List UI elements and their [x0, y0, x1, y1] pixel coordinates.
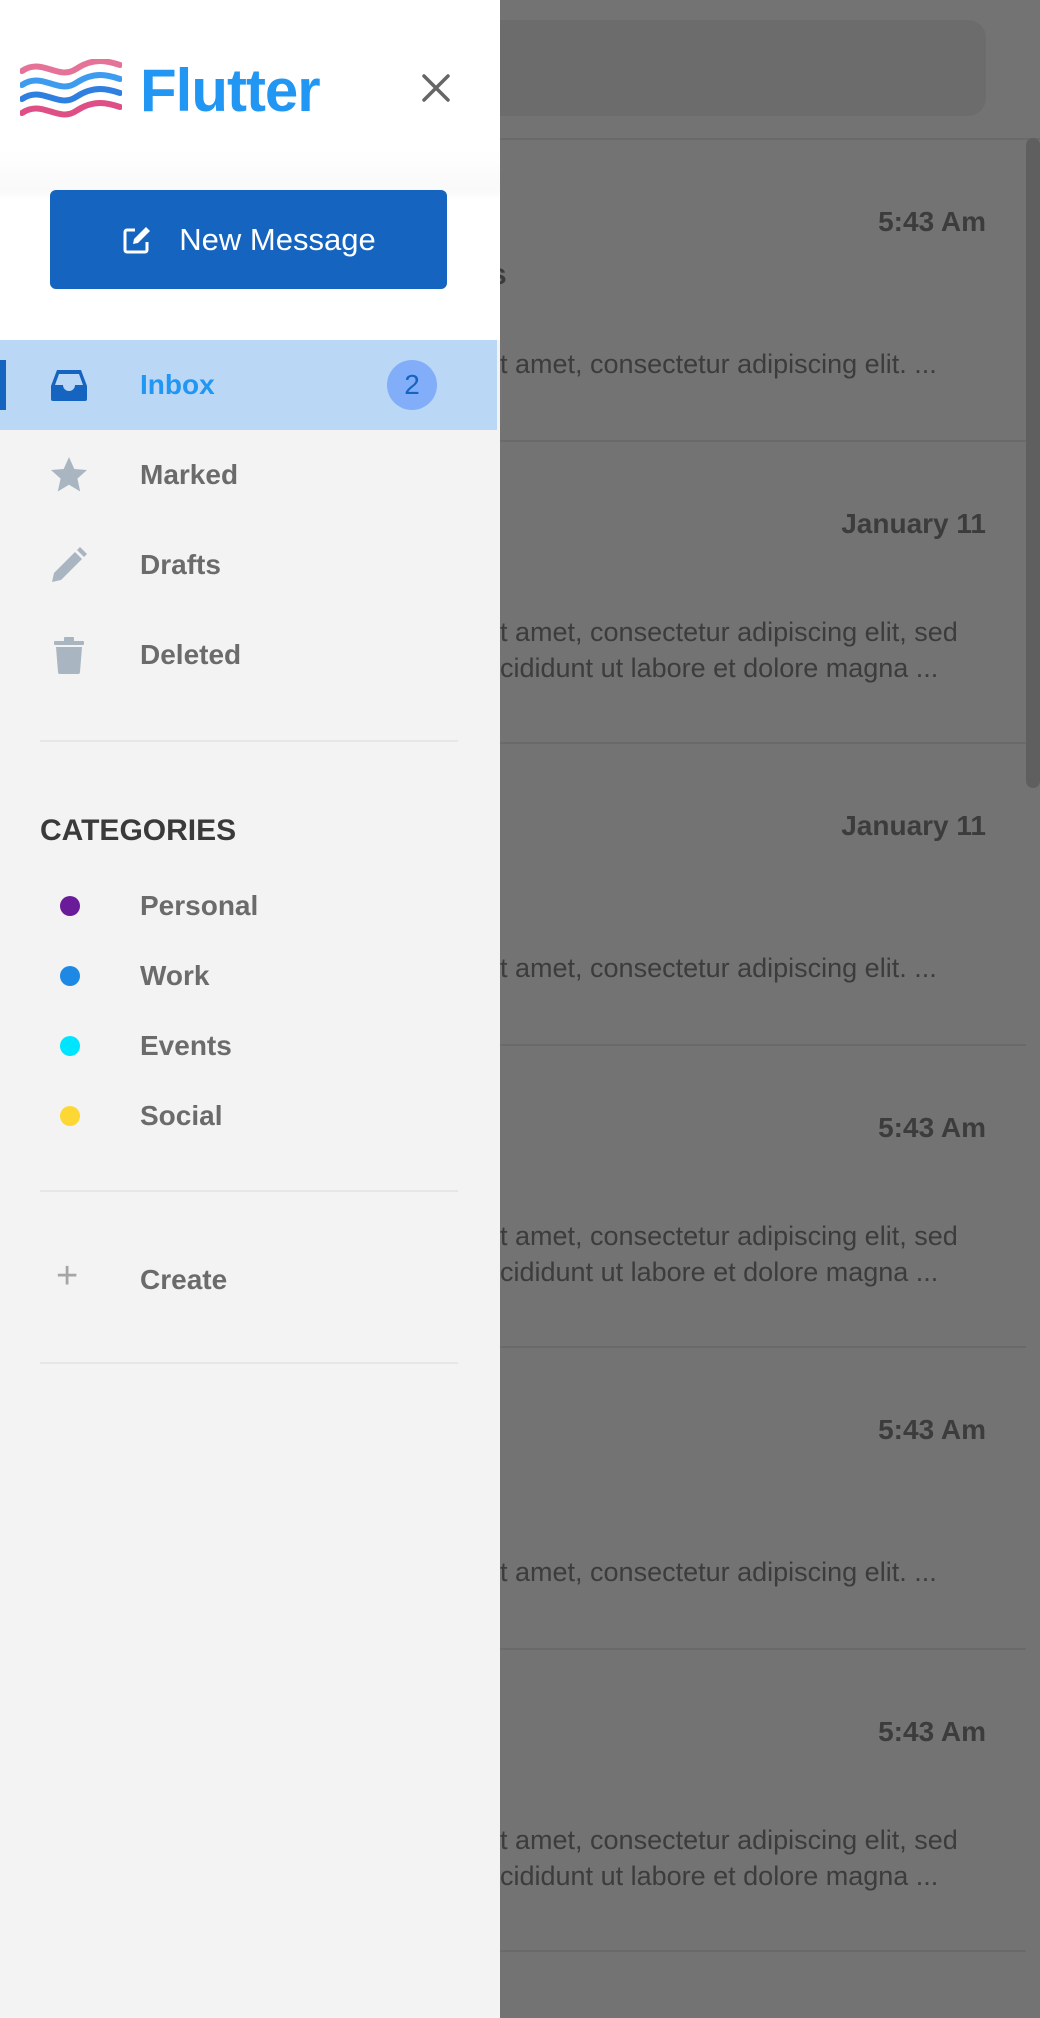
divider	[40, 740, 458, 742]
category-work[interactable]: Work	[0, 946, 497, 1006]
category-label: Events	[140, 1030, 232, 1061]
close-drawer-button[interactable]	[416, 68, 456, 108]
brand: Flutter	[20, 50, 321, 130]
nav-item-deleted[interactable]: Deleted	[0, 610, 497, 700]
drawer-header: Flutter New Message	[0, 0, 500, 340]
mail-preview: t amet, consectetur adipiscing elit, sed…	[500, 1825, 958, 1891]
flutter-waves-logo	[20, 59, 122, 118]
mail-time: January 11	[841, 810, 986, 841]
mail-list-item: 5:43 Am t amet, consectetur adipiscing e…	[470, 1046, 1026, 1348]
mail-preview: t amet, consectetur adipiscing elit. ...	[500, 953, 937, 983]
nav-item-marked[interactable]: Marked	[0, 430, 497, 520]
nav-item-inbox[interactable]: Inbox 2	[0, 340, 497, 430]
category-color-dot	[60, 896, 80, 916]
categories-heading: CATEGORIES	[40, 814, 237, 847]
divider	[40, 1362, 458, 1364]
category-label: Work	[140, 960, 210, 991]
mail-list-item: 5:43 Am t amet, consectetur adipiscing e…	[470, 1348, 1026, 1650]
mail-time: 5:43 Am	[878, 206, 986, 237]
new-message-label: New Message	[179, 221, 376, 257]
nav-item-label: Drafts	[140, 549, 221, 580]
mail-time: 5:43 Am	[878, 1112, 986, 1143]
category-color-dot	[60, 966, 80, 986]
nav-item-label: Deleted	[140, 639, 242, 670]
trash-icon	[50, 636, 88, 674]
close-icon	[422, 74, 450, 102]
divider	[40, 1190, 458, 1192]
category-personal[interactable]: Personal	[0, 876, 497, 936]
category-color-dot	[60, 1036, 80, 1056]
new-message-button[interactable]: New Message	[50, 190, 447, 289]
mail-preview: t amet, consectetur adipiscing elit. ...	[500, 1557, 937, 1587]
category-social[interactable]: Social	[0, 1086, 497, 1146]
mail-list-item: January 11 t amet, consectetur adipiscin…	[470, 744, 1026, 1046]
plus-icon: +	[56, 1255, 79, 1297]
nav-item-label: Inbox	[140, 369, 215, 400]
brand-name: Flutter	[140, 56, 321, 124]
search-bar	[470, 20, 986, 116]
create-category-button[interactable]: + Create	[0, 1250, 497, 1310]
star-icon	[50, 456, 88, 494]
mail-time: January 11	[841, 508, 986, 539]
mail-time: 5:43 Am	[878, 1414, 986, 1445]
mail-list-item: 5:43 Am s t amet, consectetur adipiscing…	[470, 140, 1026, 442]
mail-time: 5:43 Am	[878, 1716, 986, 1747]
unread-count-badge: 2	[387, 360, 437, 410]
inbox-icon	[50, 366, 88, 404]
edit-icon	[123, 226, 151, 253]
nav-item-drafts[interactable]: Drafts	[0, 520, 497, 610]
nav-item-label: Marked	[140, 459, 239, 490]
mail-list-item: January 11 t amet, consectetur adipiscin…	[470, 442, 1026, 744]
mail-preview: t amet, consectetur adipiscing elit, sed…	[500, 1221, 958, 1287]
category-label: Social	[140, 1100, 223, 1131]
create-label: Create	[140, 1264, 228, 1295]
category-label: Personal	[140, 890, 259, 921]
navigation-drawer: Flutter New Message Inbox 2 Marked Draft…	[0, 0, 500, 2018]
mail-preview: t amet, consectetur adipiscing elit. ...	[500, 349, 937, 379]
mail-preview: t amet, consectetur adipiscing elit, sed…	[500, 617, 958, 683]
category-color-dot	[60, 1106, 80, 1126]
list-scrollbar[interactable]	[1026, 138, 1040, 788]
pencil-icon	[50, 546, 88, 584]
mail-list-item: 5:43 Am t amet, consectetur adipiscing e…	[470, 1650, 1026, 1952]
category-events[interactable]: Events	[0, 1016, 497, 1076]
